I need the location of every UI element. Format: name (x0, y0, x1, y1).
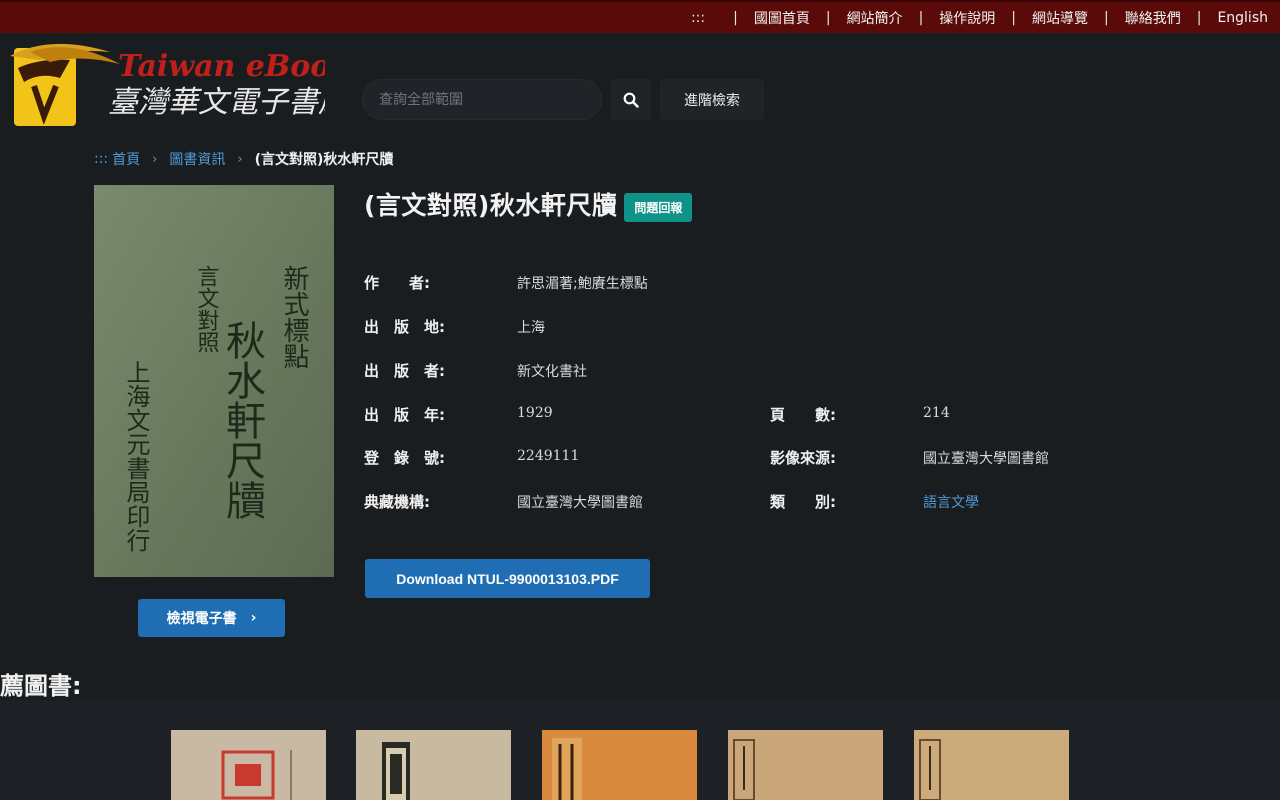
book-thumbnail (542, 730, 697, 800)
breadcrumb-current: (言文對照)秋水軒尺牘 (254, 152, 394, 168)
breadcrumb: ::: 首頁 › 圖書資訊 › (言文對照)秋水軒尺牘 (94, 149, 393, 169)
search-input[interactable] (363, 80, 601, 119)
nav-site-intro[interactable]: 網站簡介 (847, 8, 903, 28)
book-title: (言文對照)秋水軒尺牘 (364, 191, 618, 220)
book-cover-image[interactable]: 新式標點 言文對照 秋水軒尺牘 上海文元書局印行 (94, 185, 334, 577)
report-issue-button[interactable]: 問題回報 (624, 192, 693, 222)
category-link[interactable]: 語言文學 (923, 492, 979, 512)
nav-instructions[interactable]: 操作說明 (939, 8, 995, 28)
nav-sitemap[interactable]: 網站導覽 (1032, 8, 1088, 28)
book-thumbnail (171, 730, 326, 800)
book-thumbnail (914, 730, 1069, 800)
nav-separator: | (1196, 10, 1202, 26)
nav-ncl-home[interactable]: 國圖首頁 (754, 8, 810, 28)
breadcrumb-home[interactable]: 首頁 (112, 149, 140, 169)
search-box (362, 79, 602, 120)
nav-separator: | (1104, 10, 1109, 26)
advanced-search-button[interactable]: 進階檢索 (660, 79, 764, 120)
title-row: (言文對照)秋水軒尺牘 問題回報 (364, 186, 693, 222)
field-value: 國立臺灣大學圖書館 (517, 495, 643, 511)
nav-contact[interactable]: 聯絡我們 (1125, 8, 1181, 28)
field-label: 頁 數: (770, 406, 836, 424)
cover-text-left: 上海文元書局印行 (122, 360, 150, 552)
top-nav-bar: ::: | 國圖首頁 | 網站簡介 | 操作說明 | 網站導覽 | 聯絡我們 |… (0, 0, 1280, 33)
recommended-book[interactable] (914, 730, 1069, 800)
breadcrumb-anchor[interactable]: ::: (94, 151, 108, 167)
recommended-book[interactable] (356, 730, 511, 800)
field-label: 出 版 者: (364, 362, 445, 380)
field-label: 典藏機構: (364, 493, 430, 511)
nav-separator: | (825, 10, 831, 26)
nav-separator: | (1011, 10, 1016, 26)
cover-graphic: 新式標點 言文對照 秋水軒尺牘 上海文元書局印行 (94, 185, 334, 577)
accessibility-anchor[interactable]: ::: (691, 10, 717, 26)
site-logo[interactable]: Taiwan eBook 臺灣華文電子書庫 (10, 38, 353, 130)
breadcrumb-book-info[interactable]: 圖書資訊 (169, 149, 225, 169)
nav-separator: | (733, 10, 738, 26)
recommended-heading: 薦圖書: (0, 672, 82, 700)
nav-separator: | (918, 10, 924, 26)
field-label: 出 版 地: (364, 318, 445, 336)
chevron-right-icon: › (152, 151, 158, 167)
field-value: 許思湄著;鮑賡生標點 (517, 276, 648, 292)
search-button[interactable] (610, 79, 651, 120)
field-value: 2249111 (517, 448, 580, 464)
top-nav: ::: | 國圖首頁 | 網站簡介 | 操作說明 | 網站導覽 | 聯絡我們 |… (691, 8, 1268, 28)
recommended-book[interactable] (171, 730, 326, 800)
view-ebook-button[interactable]: 檢視電子書 › (138, 599, 285, 637)
view-ebook-label: 檢視電子書 (166, 611, 237, 627)
logo-text-en: Taiwan eBook (118, 49, 325, 84)
cover-text-small: 言文對照 (194, 265, 220, 353)
logo-graphic: Taiwan eBook 臺灣華文電子書庫 (10, 43, 353, 126)
search-icon (623, 92, 639, 108)
recommended-book[interactable] (542, 730, 697, 800)
field-value: 新文化書社 (517, 364, 587, 380)
book-thumbnail (356, 730, 511, 800)
field-value: 上海 (517, 320, 545, 336)
download-pdf-button[interactable]: Download NTUL-9900013103.PDF (365, 559, 650, 598)
logo-text-zh: 臺灣華文電子書庫 (108, 85, 325, 120)
field-value: 1929 (517, 405, 553, 421)
chevron-right-icon: › (237, 151, 243, 167)
chevron-right-icon: › (250, 610, 257, 626)
cover-text-right: 新式標點 (279, 265, 309, 369)
field-label: 作 者: (364, 274, 430, 292)
field-value: 國立臺灣大學圖書館 (923, 451, 1049, 467)
recommended-book[interactable] (728, 730, 883, 800)
nav-english[interactable]: English (1217, 10, 1268, 26)
field-label: 類 別: (770, 493, 836, 511)
field-label: 影像來源: (770, 449, 836, 467)
field-value: 214 (923, 405, 950, 421)
field-label: 出 版 年: (364, 406, 445, 424)
cover-text-main: 秋水軒尺牘 (219, 320, 265, 520)
field-label: 登 錄 號: (364, 449, 445, 467)
book-thumbnail (728, 730, 883, 800)
